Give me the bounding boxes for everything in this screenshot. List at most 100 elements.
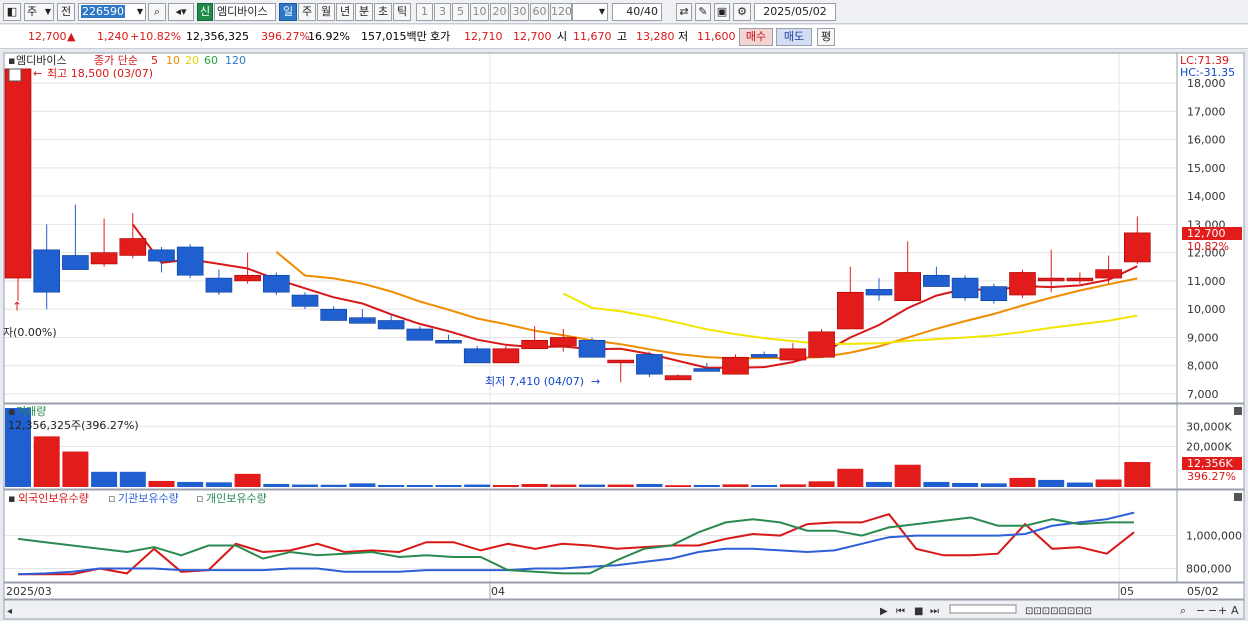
menu-icon[interactable]: ▪ <box>8 405 15 418</box>
scroll-left-icon[interactable]: ◂ <box>7 606 12 617</box>
volume-bar <box>636 483 663 487</box>
volume-bar <box>1124 461 1151 487</box>
link-icon[interactable]: ⇄ <box>676 3 692 21</box>
candle-body <box>176 246 204 276</box>
period-tab-3[interactable]: 년 <box>336 3 354 21</box>
volume-bar <box>521 483 548 487</box>
interval-button-0[interactable]: 1 <box>416 3 433 21</box>
ma-5-label: 5 <box>151 54 158 67</box>
market-select-2[interactable]: 전 <box>57 3 75 21</box>
interval-button-2[interactable]: 5 <box>452 3 469 21</box>
volume-bar <box>923 481 950 487</box>
interval-button-4[interactable]: 20 <box>490 3 509 21</box>
count-input[interactable]: 40/40 <box>612 3 662 21</box>
period-tab-2[interactable]: 월 <box>317 3 335 21</box>
play-icon[interactable]: ▶ <box>880 606 888 617</box>
volume-bar <box>62 451 89 487</box>
candle-body <box>148 249 175 262</box>
volume-note: 12,356,325주(396.27%) <box>8 419 139 432</box>
legend-separator: ▫ <box>196 492 203 505</box>
price-tag: 12,700 <box>1187 227 1226 240</box>
candle-body <box>1066 277 1094 282</box>
chevron-down-icon: ▼ <box>136 7 143 16</box>
sell-button[interactable]: 매도 <box>776 28 812 46</box>
draw-icon[interactable]: ✎ <box>695 3 711 21</box>
volume-bar <box>1095 479 1122 487</box>
interval-button-3[interactable]: 10 <box>470 3 489 21</box>
extra-select[interactable]: ▼ <box>572 3 608 21</box>
volume-bar <box>779 484 806 487</box>
interval-button-1[interactable]: 3 <box>434 3 451 21</box>
toolbar: ◧ 주 ▼ 전 226590 ▼ ⌕ ◂▾ 신 엠디바이스 일주월년분초틱 1351… <box>0 0 1248 24</box>
candle-body <box>1037 277 1065 282</box>
candle-body <box>779 348 807 361</box>
last-icon[interactable]: ⏭ <box>930 606 939 617</box>
code-input[interactable]: 226590 ▼ <box>78 3 146 21</box>
institution-legend: 기관보유수량 <box>118 492 179 505</box>
gear-icon[interactable]: ⚙ <box>733 3 751 21</box>
menu-icon[interactable]: ▪ <box>8 492 15 505</box>
period-tab-5[interactable]: 초 <box>374 3 392 21</box>
volume-bar <box>263 483 290 487</box>
market-select[interactable]: 주 ▼ <box>24 3 54 21</box>
panel-close-icon[interactable] <box>1234 407 1242 415</box>
foreign-legend: 외국인보유수량 <box>18 492 89 505</box>
x-axis-panel <box>3 582 1245 600</box>
holding-tick-label: 1,000,000 <box>1186 530 1242 543</box>
first-icon[interactable]: ⏮ <box>896 606 905 617</box>
candle-body <box>1009 272 1036 296</box>
volume-bar <box>492 484 519 487</box>
font-size-icon[interactable]: A <box>1231 604 1239 617</box>
speaker-icon[interactable]: ◂▾ <box>168 3 194 21</box>
candle-body <box>980 286 1008 301</box>
search-icon[interactable]: ⌕ <box>148 3 166 21</box>
panel-close-icon[interactable] <box>1234 493 1242 501</box>
calendar-icon[interactable] <box>8 68 22 82</box>
volume-tick-label: 30,000K <box>1186 420 1232 433</box>
zoom-icon[interactable]: ⌕ <box>1180 604 1186 617</box>
buy-button[interactable]: 매수 <box>739 28 773 46</box>
new-listing-badge: 신 <box>197 3 213 21</box>
menu-icon[interactable]: ▪ <box>8 54 15 67</box>
candle-body <box>578 339 606 358</box>
date-input[interactable]: 2025/05/02 <box>754 3 836 21</box>
volume-bar <box>980 483 1007 487</box>
interval-button-7[interactable]: 120 <box>550 3 572 21</box>
candle-body <box>923 274 950 287</box>
volume-title: 거래량 <box>16 405 46 418</box>
interval-button-5[interactable]: 30 <box>510 3 529 21</box>
volume-bar <box>693 484 720 487</box>
turnover-value: 16.92% <box>308 30 350 43</box>
interval-button-6[interactable]: 60 <box>530 3 549 21</box>
period-tab-6[interactable]: 틱 <box>393 3 411 21</box>
volume-bar <box>579 484 605 487</box>
period-tab-4[interactable]: 분 <box>355 3 373 21</box>
evaluate-button[interactable]: 평 <box>817 28 835 46</box>
save-icon[interactable]: ▣ <box>714 3 730 21</box>
chart-area[interactable]: ↑ 18,00017,00016,00015,00014,00013,00012… <box>0 50 1248 621</box>
candle-body <box>349 317 376 324</box>
zoom-slider[interactable] <box>949 604 1017 614</box>
open-label: 시 <box>557 30 568 43</box>
bid-price: 12,700 <box>513 30 552 43</box>
candle-body <box>435 339 462 344</box>
stop-icon[interactable]: ■ <box>914 606 923 617</box>
tools-icon[interactable]: ⊡⊡⊡⊡⊡⊡⊡⊡ <box>1025 606 1092 617</box>
volume-bar <box>550 484 577 487</box>
window-menu-icon[interactable]: ◧ <box>3 3 21 21</box>
period-tab-0[interactable]: 일 <box>279 3 297 21</box>
price-change-pct: +10.82% <box>130 30 182 43</box>
volume-bar <box>952 482 979 487</box>
minus-icon[interactable]: − <box>1208 604 1217 617</box>
plus-icon[interactable]: + <box>1218 604 1227 617</box>
volume-bar <box>91 471 118 487</box>
candle-body <box>119 238 147 256</box>
stock-tab[interactable]: 엠디바이스 <box>16 54 67 67</box>
period-tab-1[interactable]: 주 <box>298 3 316 21</box>
ma-10-label: 10 <box>166 54 180 67</box>
zoom-out-icon[interactable]: − <box>1196 604 1205 617</box>
volume-bar <box>1009 477 1036 487</box>
candle-body <box>377 320 405 330</box>
volume-bar <box>464 484 491 487</box>
candle-body <box>4 68 32 279</box>
